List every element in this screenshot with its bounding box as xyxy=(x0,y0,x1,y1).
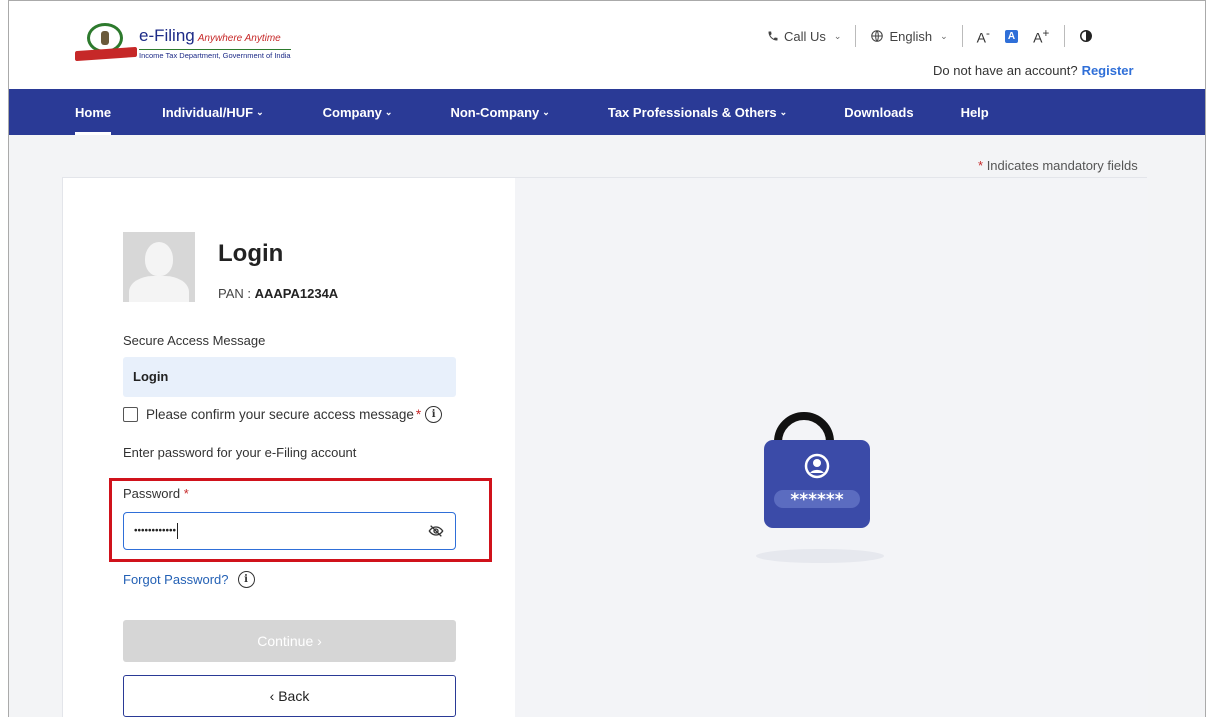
nav-item-help[interactable]: Help xyxy=(961,89,989,135)
enter-password-text: Enter password for your e-Filing account xyxy=(123,445,357,460)
masked-password-text: ****** xyxy=(790,490,843,510)
contrast-icon[interactable] xyxy=(1079,29,1093,43)
confirm-checkbox[interactable] xyxy=(123,407,138,422)
info-icon[interactable]: i xyxy=(237,571,255,588)
forgot-password-label: Forgot Password? xyxy=(123,572,229,587)
header-tools: Call Us ⌄ English ⌄ A- A A+ xyxy=(767,25,1093,47)
logo-subtitle: Income Tax Department, Government of Ind… xyxy=(139,48,291,60)
continue-button[interactable]: Continue › xyxy=(123,620,456,662)
password-label-text: Password xyxy=(123,486,181,501)
nav-item-downloads[interactable]: Downloads xyxy=(844,89,913,135)
nav-item-home[interactable]: Home xyxy=(75,89,112,135)
globe-icon xyxy=(871,30,884,42)
browser-frame: e-Filing Anywhere Anytime Income Tax Depa… xyxy=(8,0,1206,717)
password-value: •••••••••••• xyxy=(134,523,178,539)
chevron-down-icon: ⌄ xyxy=(833,30,842,41)
login-card: Login PAN : AAAPA1234A Secure Access Mes… xyxy=(62,177,1148,717)
mandatory-note-text: Indicates mandatory fields xyxy=(986,158,1138,173)
nav-item-company[interactable]: Company ⌄ xyxy=(323,89,393,135)
divider xyxy=(961,25,963,47)
nav-item-label: Non-Company xyxy=(450,104,540,120)
nav-item-label: Individual/HUF xyxy=(162,104,254,120)
nav-item-individual-huf[interactable]: Individual/HUF ⌄ xyxy=(162,89,264,135)
password-input[interactable]: •••••••••••• xyxy=(123,512,456,550)
required-star: * xyxy=(978,158,984,173)
page-title: Login xyxy=(218,240,284,267)
unlocked-padlock-icon: ****** xyxy=(756,412,884,563)
chevron-down-icon: ⌄ xyxy=(384,106,393,117)
nav-item-label: Company xyxy=(322,104,382,120)
nav-item-label: Home xyxy=(75,104,112,120)
nav-item-label: Tax Professionals & Others xyxy=(607,104,777,120)
divider xyxy=(855,25,857,47)
eye-off-icon[interactable] xyxy=(427,523,445,539)
forgot-password-link[interactable]: Forgot Password? i xyxy=(123,571,255,588)
pan-value: AAAPA1234A xyxy=(254,286,339,301)
pan-info: PAN : AAAPA1234A xyxy=(218,286,338,301)
no-account-text: Do not have an account? xyxy=(933,63,1078,78)
top-header: e-Filing Anywhere Anytime Income Tax Depa… xyxy=(9,1,1205,89)
nav-item-label: Help xyxy=(960,104,989,120)
mandatory-note: * Indicates mandatory fields xyxy=(978,158,1138,173)
secure-message-value: Login xyxy=(123,357,456,397)
register-link[interactable]: Register xyxy=(1082,63,1134,78)
illustration-panel: ****** xyxy=(515,178,1148,717)
font-increase-button[interactable]: A+ xyxy=(1033,27,1049,46)
main-nav: Home Individual/HUF ⌄ Company ⌄ Non-Compan… xyxy=(9,89,1205,135)
avatar xyxy=(123,232,195,302)
font-decrease-label: A xyxy=(976,29,986,46)
phone-icon xyxy=(768,31,778,41)
info-icon[interactable]: i xyxy=(425,406,443,423)
chevron-down-icon: ⌄ xyxy=(940,30,948,41)
chevron-down-icon: ⌄ xyxy=(256,106,264,117)
password-label: Password * xyxy=(123,486,189,501)
efiling-logo[interactable]: e-Filing Anywhere Anytime Income Tax Depa… xyxy=(75,21,291,65)
login-form-panel: Login PAN : AAAPA1234A Secure Access Mes… xyxy=(63,178,515,717)
nav-item-tax-professionals[interactable]: Tax Professionals & Others ⌄ xyxy=(608,89,787,135)
confirm-row: Please confirm your secure access messag… xyxy=(123,406,443,423)
call-us-dropdown[interactable]: Call Us ⌄ xyxy=(767,29,841,44)
font-decrease-button[interactable]: A- xyxy=(977,27,990,46)
language-label: English xyxy=(889,28,933,44)
required-star: * xyxy=(415,407,422,422)
nav-item-non-company[interactable]: Non-Company ⌄ xyxy=(450,89,549,135)
logo-tagline: Anywhere Anytime xyxy=(197,32,281,44)
chevron-down-icon: ⌄ xyxy=(779,106,788,117)
chevron-down-icon: ⌄ xyxy=(542,106,550,117)
call-us-label: Call Us xyxy=(784,28,826,44)
font-normal-button[interactable]: A xyxy=(1004,29,1019,43)
language-dropdown[interactable]: English ⌄ xyxy=(870,28,948,44)
register-line: Do not have an account? Register xyxy=(933,63,1134,78)
confirm-label: Please confirm your secure access messag… xyxy=(146,407,414,422)
logo-title: e-Filing Anywhere Anytime xyxy=(139,25,291,48)
back-button[interactable]: ‹ Back xyxy=(123,675,456,717)
secure-message-label: Secure Access Message xyxy=(123,333,266,348)
pan-label: PAN : xyxy=(218,286,251,301)
logo-title-text: e-Filing xyxy=(139,25,195,45)
nav-item-label: Downloads xyxy=(844,104,914,120)
emblem-icon xyxy=(75,21,137,65)
divider xyxy=(1064,25,1066,47)
required-star: * xyxy=(183,486,189,501)
